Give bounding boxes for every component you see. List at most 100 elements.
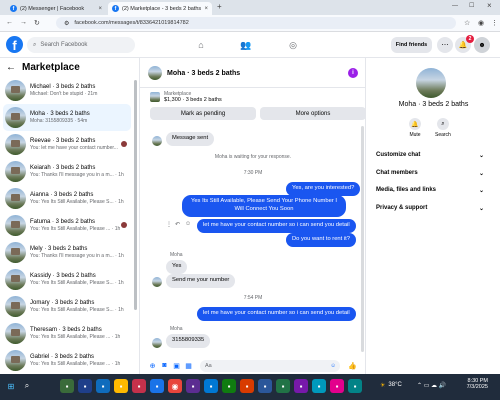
gif-icon[interactable]: ▦ — [184, 361, 193, 370]
close-icon[interactable]: × — [204, 6, 208, 12]
taskbar-app-icon[interactable]: ▪ — [78, 379, 92, 393]
waiting-status: Moha is waiting for your response. — [214, 154, 292, 160]
maximize-icon[interactable]: ☐ — [469, 2, 474, 9]
search-placeholder: Search Facebook — [40, 42, 88, 48]
chevron-down-icon: ⌄ — [478, 153, 484, 159]
image-icon[interactable]: ▣ — [172, 361, 181, 370]
conversation-preview: You: Yes Its Still Available, Please S..… — [30, 307, 124, 313]
message-input[interactable]: Aa ☺ — [200, 360, 340, 372]
incoming-message: Send me your number — [166, 274, 236, 288]
reply-icon[interactable]: ↶ — [175, 221, 180, 228]
profile-avatar[interactable] — [416, 68, 446, 98]
section-label: Media, files and links — [376, 187, 437, 193]
conversation-item[interactable]: Fatuma · 3 beds 2 baths You: Yes Its Stil… — [3, 212, 131, 239]
close-icon[interactable]: × — [98, 6, 102, 12]
conversation-item[interactable]: Kassidy · 3 beds 2 baths You: Yes Its Sti… — [3, 266, 131, 293]
taskbar-app-icon[interactable]: ▪ — [186, 379, 200, 393]
mark-as-pending-button[interactable]: Mark as pending — [150, 107, 256, 120]
site-info-icon[interactable]: ⚙ — [64, 20, 69, 27]
windows-start-icon[interactable]: ⊞ — [4, 379, 18, 393]
taskbar-app-icon[interactable]: ▪ — [312, 379, 326, 393]
taskbar-app-icon[interactable]: ▪ — [348, 379, 362, 393]
listing-thumbnail — [5, 215, 26, 236]
conversation-name: Mely · 3 beds 2 baths — [30, 246, 88, 252]
more-options-button[interactable]: More options — [260, 107, 366, 120]
more-actions-icon[interactable]: ⋮ — [166, 221, 172, 228]
conversation-item[interactable]: Aianna · 3 beds 2 baths You: Yes Its Stil… — [3, 185, 131, 212]
friends-icon[interactable]: 👥 — [239, 38, 253, 52]
weather-widget[interactable]: ☀ 38°C — [380, 382, 402, 389]
facebook-logo-icon[interactable]: f — [6, 36, 23, 53]
url-field[interactable]: ⚙ facebook.com/messages/t/83364210198147… — [56, 17, 456, 29]
chat-title[interactable]: Moha · 3 beds 2 baths — [167, 70, 240, 77]
taskbar-app-icon[interactable]: ▪ — [276, 379, 290, 393]
find-friends-button[interactable]: Find friends — [391, 37, 432, 53]
minimize-icon[interactable]: — — [452, 3, 458, 9]
back-arrow-icon[interactable]: ← — [6, 19, 13, 26]
media-files-links-section[interactable]: Media, files and links ⌄ — [376, 187, 484, 194]
profile-icon[interactable]: ◉ — [478, 19, 484, 27]
like-thumb-icon[interactable]: 👍 — [348, 361, 357, 370]
groups-icon[interactable]: ◎ — [286, 38, 300, 52]
chat-members-section[interactable]: Chat members ⌄ — [376, 170, 484, 177]
taskbar-app-icon[interactable]: ▪ — [330, 379, 344, 393]
chat-avatar[interactable] — [148, 66, 162, 80]
tab-title: (2) Messenger | Facebook — [20, 5, 85, 12]
conversation-item[interactable]: Theresam · 3 beds 2 baths You: Yes Its St… — [3, 320, 131, 347]
clock[interactable]: 8:30 PM 7/3/2025 — [456, 378, 488, 390]
search-in-chat-button[interactable]: ⌕ Search — [435, 118, 451, 138]
file-explorer-icon[interactable]: ▪ — [114, 379, 128, 393]
chrome-icon[interactable]: ◉ — [168, 379, 182, 393]
forward-arrow-icon[interactable]: → — [20, 19, 27, 26]
conversation-preview: Michael: Don't be stupid · 21m — [30, 91, 98, 97]
taskbar-app-icon[interactable]: ▪ — [222, 379, 236, 393]
home-icon[interactable]: ⌂ — [194, 38, 208, 52]
conversation-item[interactable]: Moha · 3 beds 2 baths Moha: 3155809335 · … — [3, 104, 131, 131]
chat-scrollbar[interactable] — [361, 126, 364, 352]
new-tab-button[interactable]: + — [217, 2, 222, 11]
taskbar-app-icon[interactable]: ▪ — [204, 379, 218, 393]
menu-grid-icon[interactable]: ⋯ — [437, 37, 453, 53]
conversation-name: Moha · 3 beds 2 baths — [30, 111, 90, 117]
taskbar-app-icon[interactable]: ▪ — [294, 379, 308, 393]
taskbar-app-icon[interactable]: ▪ — [240, 379, 254, 393]
tab-marketplace[interactable]: f (2) Marketplace - 3 beds 2 baths × — [108, 2, 212, 15]
back-arrow-icon[interactable]: ← — [6, 62, 16, 73]
taskbar-app-icon[interactable]: ▪ — [132, 379, 146, 393]
tab-messenger[interactable]: f (2) Messenger | Facebook × — [6, 2, 106, 15]
window-close-icon[interactable]: × — [487, 1, 492, 10]
plus-icon[interactable]: ⊕ — [148, 361, 157, 370]
system-tray-icons[interactable]: ⌃ ▭ ☁ 🔊 — [417, 382, 446, 389]
conversation-list-scrollbar[interactable] — [134, 80, 137, 310]
taskbar-app-icon[interactable]: ▪ — [60, 379, 74, 393]
account-avatar[interactable]: ☻ — [474, 37, 490, 53]
listing-card[interactable]: Marketplace $1,300 · 3 beds 2 baths — [150, 91, 222, 103]
react-icon[interactable]: ☺ — [185, 221, 191, 227]
taskbar-search-icon[interactable]: ⌕ — [20, 379, 34, 393]
taskbar-app-icon[interactable]: ▪ — [150, 379, 164, 393]
mute-button[interactable]: 🔔 Mute — [409, 118, 421, 138]
customize-chat-section[interactable]: Customize chat ⌄ — [376, 152, 484, 159]
conversation-item[interactable]: Michael · 3 beds 2 baths Michael: Don't b… — [3, 77, 131, 104]
conversation-item[interactable]: Mely · 3 beds 2 baths You: Thanks I'll me… — [3, 239, 131, 266]
conversation-item[interactable]: Jomary · 3 beds 2 baths You: Yes Its Stil… — [3, 293, 131, 320]
outgoing-message: let me have your contact number so i can… — [197, 307, 356, 321]
conversation-item[interactable]: Keiarah · 3 beds 2 baths You: Thanks I'll… — [3, 158, 131, 185]
chat-info-icon[interactable]: i — [348, 68, 358, 78]
conversation-item[interactable]: Gabriel · 3 beds 2 baths You: Yes Its Sti… — [3, 347, 131, 374]
browser-menu-icon[interactable]: ⋮ — [491, 19, 498, 27]
section-label: Customize chat — [376, 152, 421, 158]
taskbar-app-icon[interactable]: ▪ — [258, 379, 272, 393]
facebook-header: f ⌕ Search Facebook ⌂ 👥 ◎ Find friends ⋯… — [0, 32, 500, 58]
privacy-support-section[interactable]: Privacy & support ⌄ — [376, 205, 484, 212]
camera-icon[interactable]: ◙ — [160, 361, 169, 370]
listing-thumbnail — [5, 188, 26, 209]
notifications-bell-icon[interactable]: 🔔 2 — [455, 35, 474, 53]
conversation-item[interactable]: Reevae · 3 beds 2 baths You: let me have … — [3, 131, 131, 158]
emoji-icon[interactable]: ☺ — [330, 363, 336, 369]
taskbar-app-icon[interactable]: ▪ — [96, 379, 110, 393]
reload-icon[interactable]: ↻ — [34, 19, 40, 27]
incoming-message: 3155809335 — [166, 334, 211, 348]
bookmark-star-icon[interactable]: ☆ — [464, 19, 470, 27]
search-input[interactable]: ⌕ Search Facebook — [27, 37, 135, 53]
